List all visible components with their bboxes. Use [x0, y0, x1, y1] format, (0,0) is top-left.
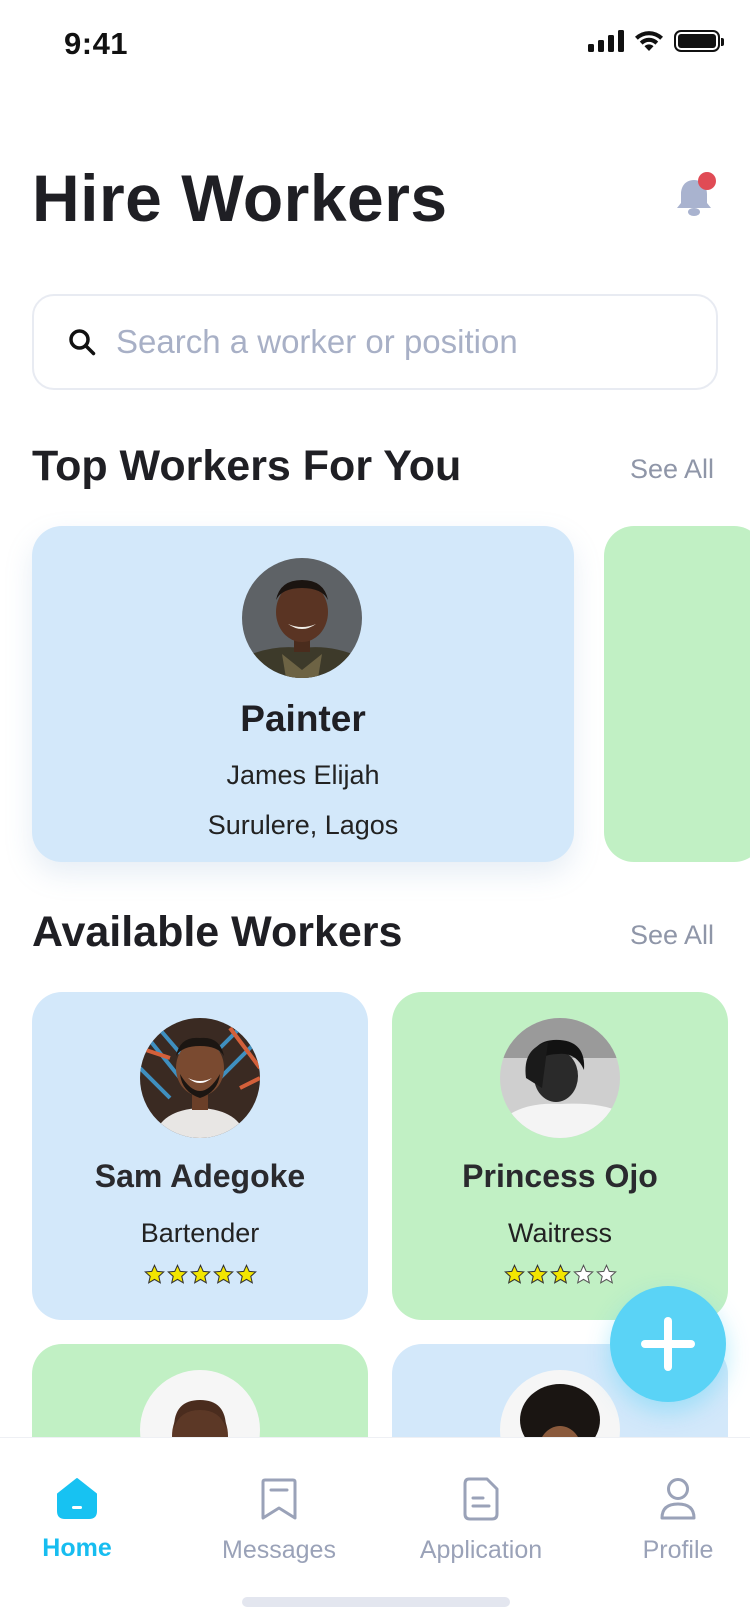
worker-card[interactable]: Sam Adegoke Bartender: [32, 992, 368, 1320]
wifi-icon: [635, 31, 663, 51]
cellular-signal-icon: [588, 30, 624, 52]
add-button[interactable]: [610, 1286, 726, 1402]
user-icon: [660, 1478, 696, 1520]
worker-avatar: [242, 558, 362, 678]
star-filled-icon: [143, 1264, 165, 1284]
search-input[interactable]: [116, 323, 676, 361]
bookmark-message-icon: [261, 1478, 297, 1520]
top-workers-see-all-link[interactable]: See All: [630, 454, 714, 485]
rating-stars: [32, 1264, 368, 1285]
star-filled-icon: [503, 1264, 525, 1284]
home-indicator[interactable]: [242, 1597, 510, 1607]
available-workers-title: Available Workers: [32, 908, 403, 956]
star-empty-icon: [595, 1264, 617, 1284]
nav-item-messages[interactable]: Messages: [212, 1476, 346, 1565]
plus-icon: [641, 1317, 695, 1371]
nav-label: Profile: [642, 1536, 714, 1564]
nav-label: Application: [419, 1536, 543, 1564]
rating-stars: [392, 1264, 728, 1285]
worker-name: James Elijah: [226, 760, 380, 790]
page-title: Hire Workers: [32, 161, 448, 235]
search-icon: [69, 329, 96, 356]
worker-card[interactable]: Princess Ojo Waitress: [392, 992, 728, 1320]
notification-bell-icon[interactable]: [674, 172, 716, 220]
worker-role: Painter: [240, 698, 366, 739]
star-empty-icon: [572, 1264, 594, 1284]
notification-dot: [698, 172, 716, 190]
status-time: 9:41: [64, 26, 129, 61]
nav-item-application[interactable]: Application: [408, 1476, 554, 1565]
worker-job: Bartender: [140, 1218, 260, 1248]
home-icon: [57, 1478, 97, 1519]
worker-job: Waitress: [507, 1218, 612, 1248]
star-filled-icon: [212, 1264, 234, 1284]
nav-label: Home: [42, 1534, 112, 1562]
star-filled-icon: [189, 1264, 211, 1284]
document-icon: [463, 1477, 499, 1521]
top-worker-card-next[interactable]: [604, 526, 750, 862]
worker-name: Princess Ojo: [462, 1158, 658, 1194]
worker-avatar: [500, 1018, 620, 1138]
star-filled-icon: [166, 1264, 188, 1284]
battery-icon: [674, 30, 724, 52]
worker-avatar: [140, 1018, 260, 1138]
top-worker-card[interactable]: Painter James Elijah Surulere, Lagos: [32, 526, 574, 862]
star-filled-icon: [549, 1264, 571, 1284]
worker-name: Sam Adegoke: [94, 1158, 306, 1194]
status-icons: [588, 30, 724, 52]
search-bar[interactable]: [32, 294, 718, 390]
nav-item-profile[interactable]: Profile: [632, 1476, 724, 1565]
star-filled-icon: [526, 1264, 548, 1284]
available-workers-see-all-link[interactable]: See All: [630, 920, 714, 951]
bottom-navigation: Home Messages Application Profile: [0, 1437, 750, 1624]
star-filled-icon: [235, 1264, 257, 1284]
nav-label: Messages: [222, 1536, 336, 1564]
nav-item-home[interactable]: Home: [30, 1476, 124, 1563]
top-workers-title: Top Workers For You: [32, 442, 462, 490]
worker-location: Surulere, Lagos: [207, 810, 399, 840]
